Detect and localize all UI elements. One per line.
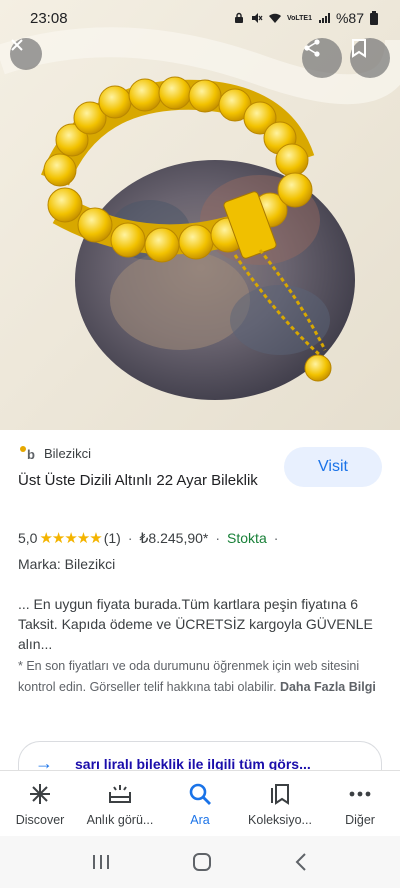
- collections-icon: [271, 784, 289, 805]
- home-icon[interactable]: [192, 852, 212, 872]
- brand-label: Marka: Bilezikci: [18, 556, 116, 572]
- status-time: 23:08: [30, 9, 68, 27]
- bookmark-icon: [352, 39, 366, 58]
- nav-collections[interactable]: Koleksiyo...: [242, 781, 318, 827]
- result-title[interactable]: Üst Üste Dizili Altınlı 22 Ayar Bileklik: [18, 470, 268, 491]
- nav-label: Discover: [15, 813, 65, 827]
- status-icons: VoLTE1 %87: [233, 10, 378, 26]
- nav-snapshot[interactable]: Anlık görü...: [82, 781, 158, 827]
- price: ₺8.245,90*: [139, 529, 209, 546]
- asterisk-icon: [30, 784, 50, 804]
- system-nav-bar: [0, 836, 400, 888]
- bilezikci-logo-icon: b: [20, 446, 35, 462]
- meta-row: 5,0 ★★★★★ (1) · ₺8.245,90* · Stokta ·: [18, 529, 285, 548]
- nav-label: Diğer: [345, 813, 375, 827]
- status-bar: 23:08 VoLTE1 %87: [0, 0, 400, 36]
- close-icon: [11, 39, 23, 51]
- review-count: (1): [103, 530, 121, 546]
- mute-icon: [251, 13, 263, 23]
- signal-icon: [318, 13, 330, 23]
- visit-button[interactable]: Visit: [284, 447, 382, 487]
- nav-label: Anlık görü...: [86, 813, 154, 827]
- battery-icon: [370, 11, 378, 25]
- snapshot-icon: [109, 785, 131, 803]
- svg-text:b: b: [27, 447, 35, 462]
- nav-discover[interactable]: Discover: [2, 781, 78, 827]
- wifi-icon: [268, 13, 281, 23]
- share-button[interactable]: [302, 38, 342, 78]
- separator-dot: ·: [127, 530, 133, 546]
- more-icon: [349, 791, 371, 797]
- share-icon: [304, 39, 320, 57]
- volte-label: VoLTE1: [286, 14, 312, 22]
- search-icon: [189, 783, 211, 805]
- close-button[interactable]: [10, 38, 42, 70]
- separator-dot: ·: [273, 530, 279, 546]
- separator-dot: ·: [215, 530, 221, 546]
- source-name: Bilezikci: [44, 445, 91, 461]
- source-row[interactable]: b Bilezikci: [18, 444, 91, 462]
- nav-label: Koleksiyo...: [248, 813, 312, 827]
- description: ... En uygun fiyata burada.Tüm kartlara …: [18, 596, 373, 652]
- copyright-note: * En son fiyatları ve oda durumunu öğren…: [18, 656, 384, 698]
- bookmark-button[interactable]: [350, 38, 390, 78]
- rating-value: 5,0: [18, 530, 38, 546]
- battery-percent: %87: [335, 10, 364, 26]
- product-image[interactable]: [0, 0, 400, 430]
- rating-stars: ★★★★★: [39, 530, 102, 547]
- nav-more[interactable]: Diğer: [322, 781, 398, 827]
- recent-apps-icon[interactable]: [91, 853, 111, 871]
- back-icon[interactable]: [293, 852, 309, 872]
- more-info-link[interactable]: Daha Fazla Bilgi: [280, 680, 376, 694]
- nav-search[interactable]: Ara: [162, 781, 238, 827]
- stock-status: Stokta: [227, 530, 267, 546]
- nav-label: Ara: [190, 813, 210, 827]
- lock-icon: [234, 12, 243, 23]
- bottom-nav: Discover Anlık görü... Ara Koleksiyo... …: [0, 770, 400, 834]
